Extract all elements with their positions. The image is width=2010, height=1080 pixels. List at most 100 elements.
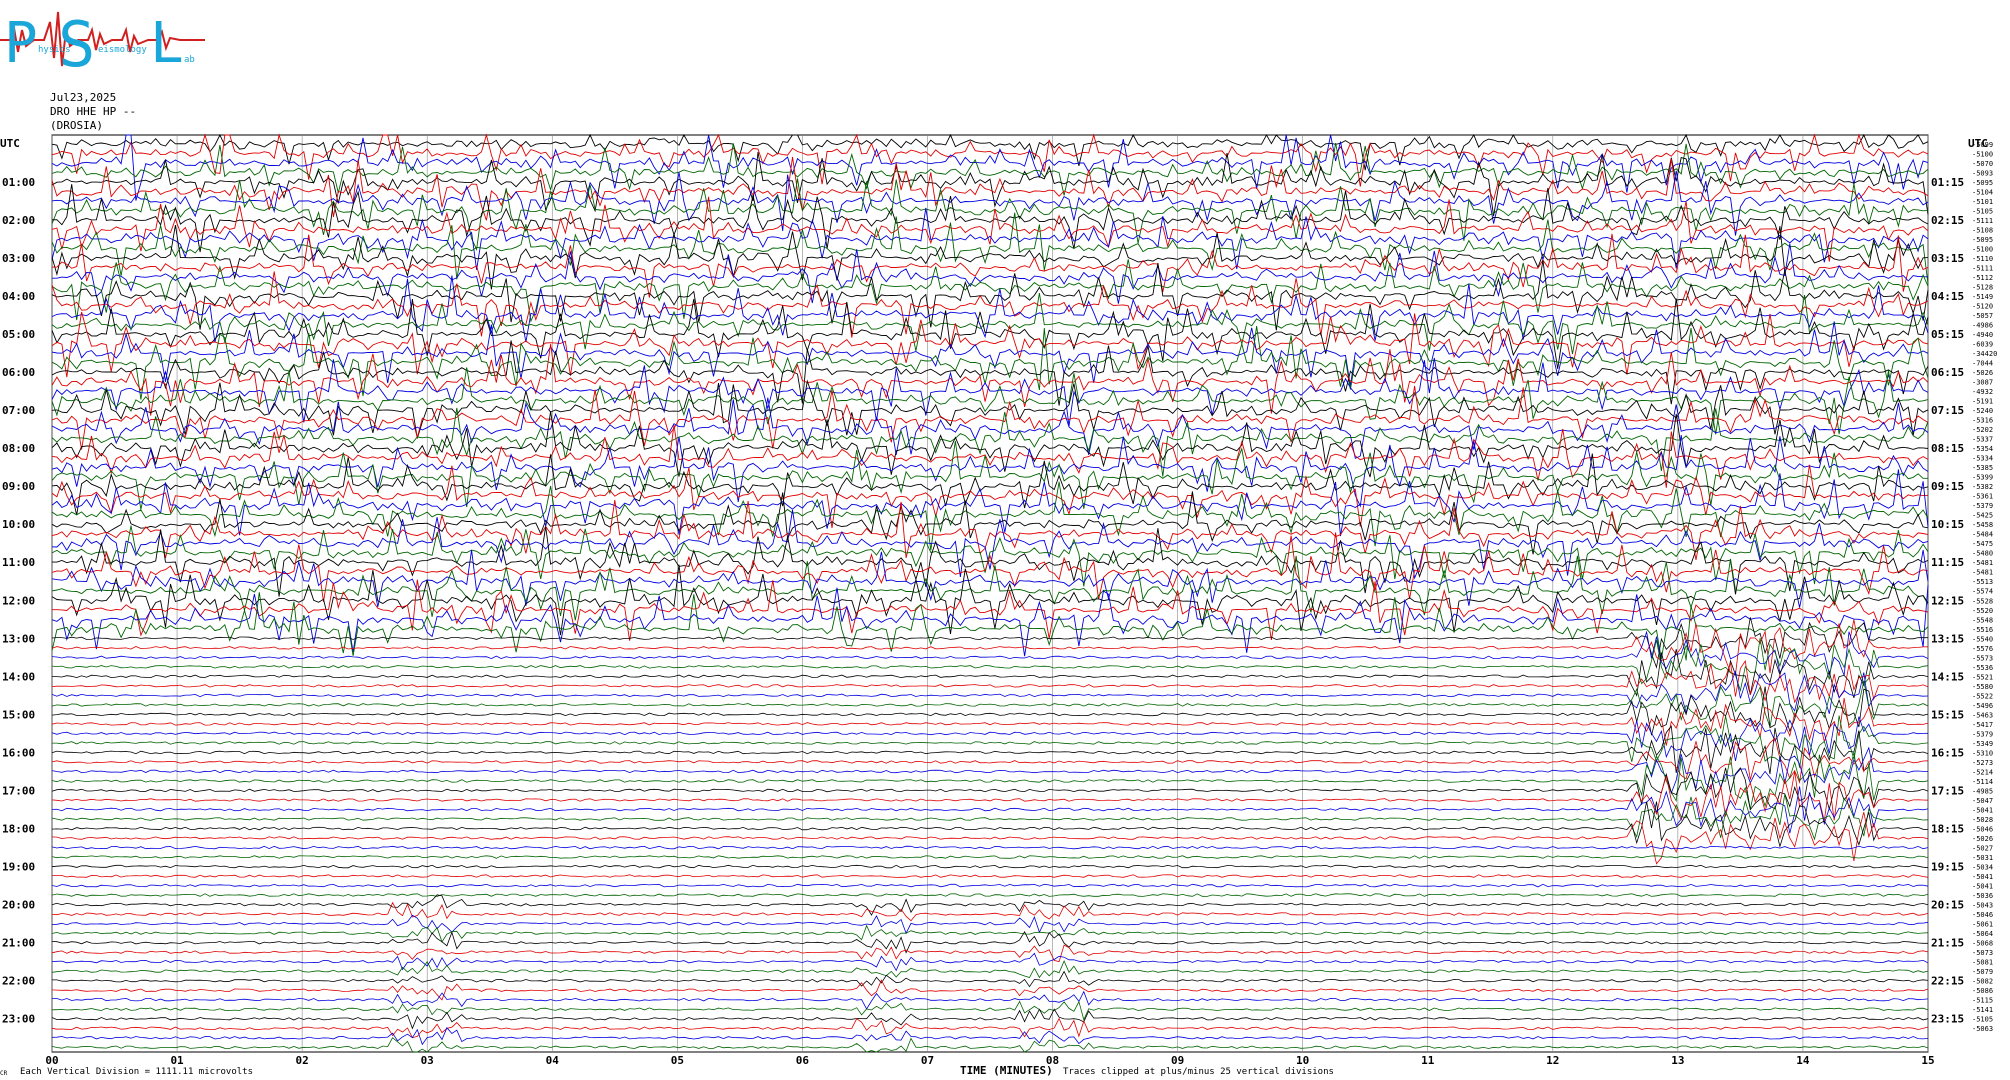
row-offset-label: -5528 <box>1972 597 1993 605</box>
seismic-trace <box>51 1017 1929 1039</box>
row-offset-label: -5480 <box>1972 550 1993 558</box>
seismic-trace <box>51 357 1929 427</box>
row-offset-label: -5385 <box>1972 464 1993 472</box>
hour-label-left: 06:00 <box>2 366 35 379</box>
hour-label-left: 10:00 <box>2 518 35 531</box>
row-offset-label: -5111 <box>1972 217 1993 225</box>
seismic-trace <box>51 1000 1929 1021</box>
hour-label-right: 23:15 <box>1931 1013 1964 1026</box>
row-offset-label: -5484 <box>1972 531 1993 539</box>
row-offset-label: -5536 <box>1972 664 1993 672</box>
hour-label-right: 14:15 <box>1931 670 1964 683</box>
row-offset-label: -5573 <box>1972 654 1993 662</box>
row-offset-label: -5191 <box>1972 398 1993 406</box>
row-offset-label: -5099 <box>1972 141 1993 149</box>
seismic-trace <box>51 771 1929 821</box>
row-offset-label: -5310 <box>1972 749 1993 757</box>
row-offset-label: -5112 <box>1972 274 1993 282</box>
row-offset-label: -5111 <box>1972 264 1993 272</box>
seismic-trace <box>51 864 1929 869</box>
row-offset-label: -5273 <box>1972 759 1993 767</box>
row-offset-label: -5100 <box>1972 150 1993 158</box>
row-offset-label: -5061 <box>1972 921 1993 929</box>
seismic-trace <box>51 156 1929 221</box>
x-tick-label: 05 <box>671 1054 684 1067</box>
row-offset-label: -5349 <box>1972 740 1993 748</box>
hour-label-right: 12:15 <box>1931 594 1964 607</box>
seismic-trace <box>51 481 1929 551</box>
hour-label-right: 10:15 <box>1931 518 1964 531</box>
x-tick-label: 00 <box>45 1054 58 1067</box>
seismic-trace <box>51 746 1928 795</box>
row-offset-label: -5240 <box>1972 407 1993 415</box>
row-offset-label: -5027 <box>1972 845 1993 853</box>
hour-label-left: 18:00 <box>2 823 35 836</box>
row-offset-label: -5379 <box>1972 502 1993 510</box>
row-offset-label: -5576 <box>1972 645 1993 653</box>
row-offset-label: -5379 <box>1972 730 1993 738</box>
row-offset-label: -5093 <box>1972 169 1993 177</box>
row-offset-label: -5337 <box>1972 436 1993 444</box>
seismic-trace <box>51 293 1929 355</box>
row-offset-label: -5516 <box>1972 626 1993 634</box>
seismic-trace <box>51 894 1929 916</box>
row-offset-label: -5463 <box>1972 711 1993 719</box>
hour-label-right: 13:15 <box>1931 632 1964 645</box>
seismic-trace <box>51 1037 1929 1053</box>
row-offset-label: -5334 <box>1972 455 1993 463</box>
hour-label-left: 22:00 <box>2 975 35 988</box>
seismic-trace <box>51 340 1929 406</box>
row-offset-label: -5046 <box>1972 826 1993 834</box>
row-offset-label: -5520 <box>1972 607 1993 615</box>
row-offset-label: -5481 <box>1972 569 1993 577</box>
row-offset-label: -34420 <box>1972 350 1997 358</box>
seismic-trace <box>51 924 1929 943</box>
hour-label-left: 20:00 <box>2 899 35 912</box>
row-offset-label: -5399 <box>1972 474 1993 482</box>
row-offset-label: -5382 <box>1972 483 1993 491</box>
hour-label-right: 07:15 <box>1931 404 1964 417</box>
hour-label-right: 20:15 <box>1931 899 1964 912</box>
row-offset-label: -5101 <box>1972 198 1993 206</box>
x-tick-label: 15 <box>1921 1054 1934 1067</box>
row-offset-label: -5028 <box>1972 816 1993 824</box>
hour-label-left: 19:00 <box>2 861 35 874</box>
x-tick-label: 11 <box>1421 1054 1435 1067</box>
row-offset-label: -5110 <box>1972 255 1993 263</box>
x-tick-label: 03 <box>421 1054 434 1067</box>
hour-label-right: 16:15 <box>1931 746 1964 759</box>
vertical-division-note: Each Vertical Division = 1111.11 microvo… <box>20 1067 253 1077</box>
seismic-trace <box>51 893 1929 897</box>
seismic-trace <box>52 526 1929 597</box>
seismic-trace <box>52 243 1929 304</box>
row-offset-label: -5540 <box>1972 635 1993 643</box>
row-offset-label: -5079 <box>1972 968 1993 976</box>
seismic-trace <box>51 311 1929 378</box>
hour-label-left: 01:00 <box>2 176 35 189</box>
hour-label-right: 22:15 <box>1931 975 1964 988</box>
row-offset-label: -5057 <box>1972 312 1993 320</box>
hour-label-left: 09:00 <box>2 480 35 493</box>
row-offset-label: -5417 <box>1972 721 1993 729</box>
seismic-trace <box>51 686 1929 736</box>
row-offset-label: -5095 <box>1972 179 1993 187</box>
row-offset-label: -5068 <box>1972 940 1993 948</box>
row-offset-label: -5070 <box>1972 160 1993 168</box>
seismic-trace <box>51 411 1929 478</box>
hour-label-left: 15:00 <box>2 708 35 721</box>
row-offset-label: -5522 <box>1972 692 1993 700</box>
hour-label-right: 11:15 <box>1931 556 1964 569</box>
seismic-trace <box>51 1008 1929 1030</box>
row-offset-label: -5104 <box>1972 188 1993 196</box>
row-offset-label: -5475 <box>1972 540 1993 548</box>
hour-label-right: 15:15 <box>1931 708 1964 721</box>
corner-mark: CR <box>0 1070 8 1077</box>
row-offset-label: -5081 <box>1972 959 1993 967</box>
seismic-trace <box>52 874 1929 878</box>
row-offset-label: -5073 <box>1972 949 1993 957</box>
x-tick-label: 06 <box>796 1054 810 1067</box>
seismic-trace <box>51 464 1929 528</box>
x-tick-label: 09 <box>1171 1054 1184 1067</box>
row-offset-label: -5041 <box>1972 883 1993 891</box>
row-offset-label: -5496 <box>1972 702 1993 710</box>
